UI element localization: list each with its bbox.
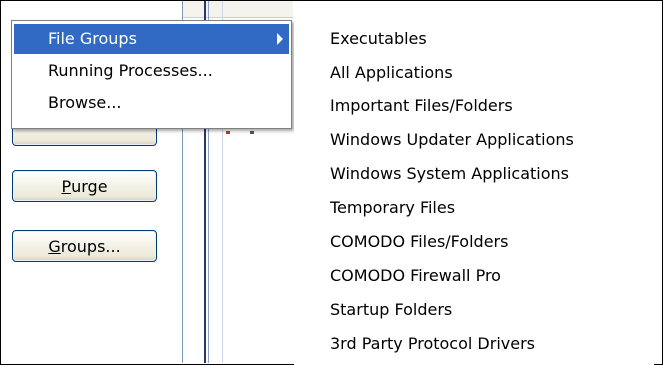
groups-button-mnemonic: G — [48, 236, 61, 256]
menu-item-label: File Groups — [48, 29, 137, 48]
submenu-item-startup-folders[interactable]: Startup Folders — [330, 295, 452, 325]
groups-button[interactable]: Groups... — [12, 230, 157, 262]
list-mark — [226, 131, 230, 134]
submenu-item-windows-system-applications[interactable]: Windows System Applications — [330, 159, 569, 189]
list-mark — [250, 131, 254, 134]
groups-button-label: roups... — [60, 236, 121, 256]
submenu-item-comodo-files-folders[interactable]: COMODO Files/Folders — [330, 227, 508, 257]
submenu-item-important-files-folders[interactable]: Important Files/Folders — [330, 91, 513, 121]
submenu-item-executables[interactable]: Executables — [330, 24, 427, 54]
menu-item-browse[interactable]: Browse... — [14, 88, 289, 118]
menu-item-label: Browse... — [48, 93, 122, 112]
submenu-item-all-applications[interactable]: All Applications — [330, 58, 453, 88]
submenu-item-comodo-firewall-pro[interactable]: COMODO Firewall Pro — [330, 261, 501, 291]
submenu-item-3rd-party-protocol-drivers[interactable]: 3rd Party Protocol Drivers — [330, 329, 535, 359]
file-groups-submenu: Executables All Applications Important F… — [294, 20, 654, 365]
purge-button[interactable]: Purge — [12, 170, 157, 202]
list-header — [183, 1, 293, 18]
menu-item-file-groups[interactable]: File Groups — [14, 24, 289, 54]
menu-item-running-processes[interactable]: Running Processes... — [14, 56, 289, 86]
purge-button-mnemonic: P — [61, 176, 72, 196]
submenu-item-temporary-files[interactable]: Temporary Files — [330, 193, 455, 223]
submenu-arrow-icon — [277, 33, 283, 45]
purge-button-label: urge — [71, 176, 108, 196]
menu-item-label: Running Processes... — [48, 61, 213, 80]
context-menu: File Groups Running Processes... Browse.… — [11, 20, 292, 129]
submenu-item-windows-updater-applications[interactable]: Windows Updater Applications — [330, 125, 574, 155]
